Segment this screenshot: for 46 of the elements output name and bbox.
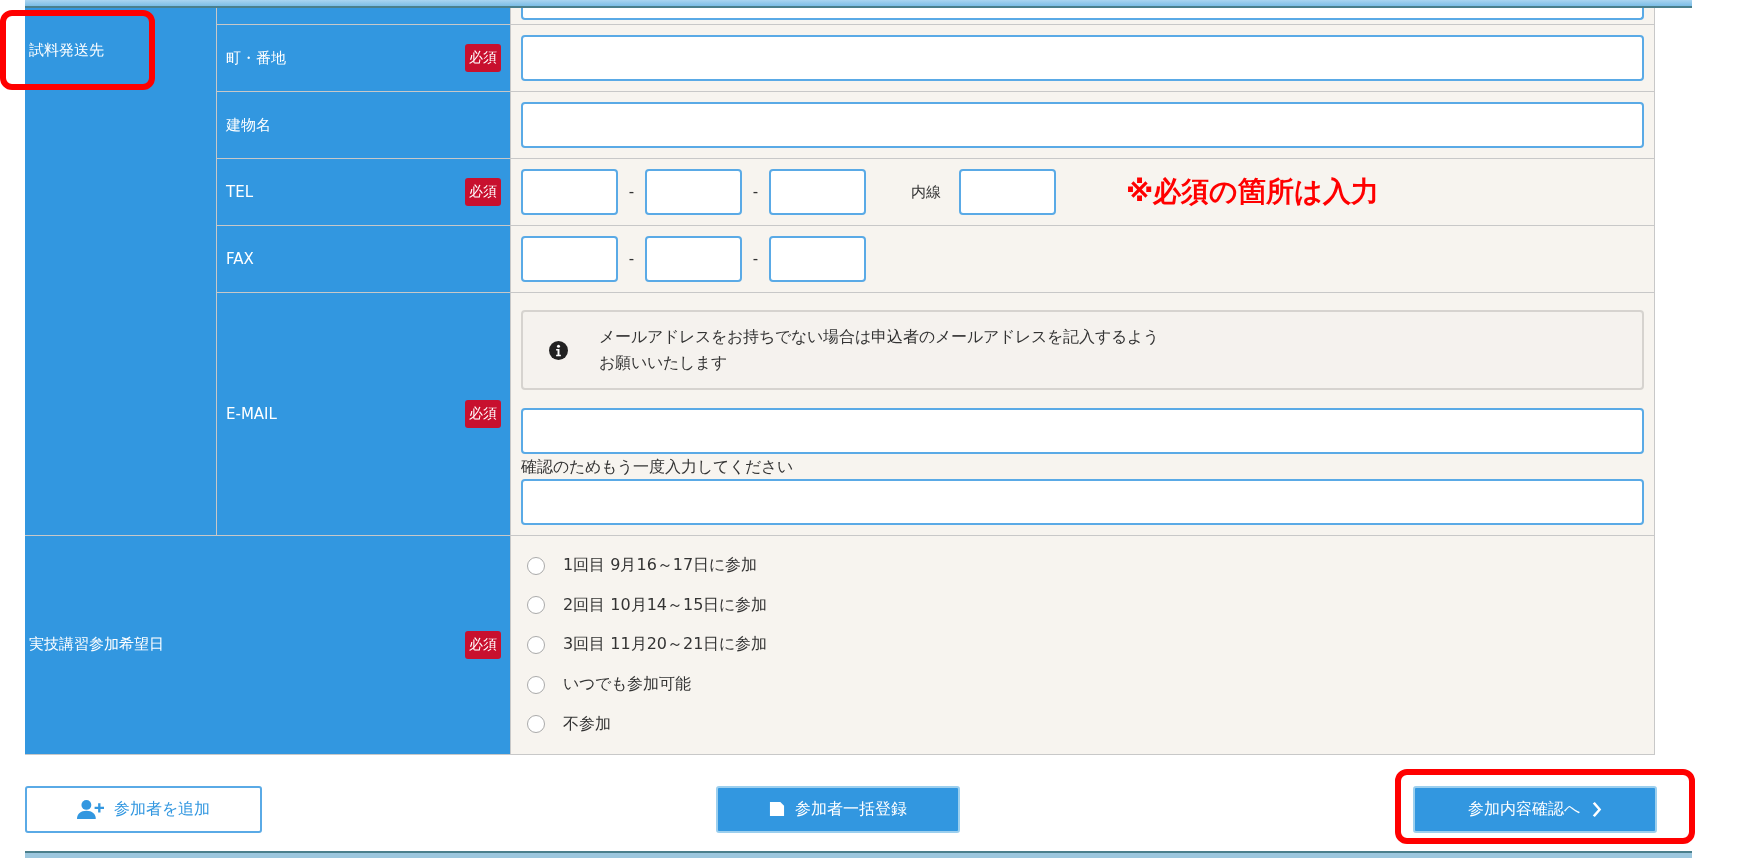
separator-text: - [751, 250, 760, 268]
option-label[interactable]: 1回目 9月16～17日に参加 [563, 555, 758, 577]
input-field[interactable] [521, 102, 1644, 148]
input-field[interactable] [521, 169, 618, 215]
input-field[interactable] [521, 35, 1644, 81]
field-label: 建物名 [226, 115, 271, 135]
required-badge: 必須 [465, 631, 501, 659]
separator-text: - [627, 250, 636, 268]
section-label: 試料発送先 [29, 41, 104, 59]
field-label: 町・番地 [226, 48, 286, 68]
field-label: FAX [226, 250, 254, 268]
radio-button[interactable] [527, 715, 545, 734]
radio-button[interactable] [527, 675, 545, 694]
radio-button[interactable] [527, 636, 545, 654]
field-label: E-MAIL [226, 405, 277, 423]
radio-button[interactable] [527, 556, 545, 575]
input-field[interactable] [645, 169, 742, 215]
option-label[interactable]: 2回目 10月14～15日に参加 [563, 594, 768, 616]
field-label: 確認のためもう一度入力してください [521, 456, 794, 478]
field-label: 実技講習参加希望日 [29, 635, 164, 655]
save-icon [768, 801, 785, 818]
required-badge: 必須 [465, 44, 501, 72]
add-person-icon [77, 799, 104, 820]
separator-text: - [627, 183, 636, 201]
input-field[interactable] [769, 169, 866, 215]
required-badge: 必須 [465, 400, 501, 428]
input-field[interactable] [521, 8, 1644, 20]
chevron-right-icon [1590, 801, 1602, 817]
field-label: 内線 [911, 182, 941, 202]
input-field[interactable] [769, 236, 866, 282]
input-field[interactable] [521, 236, 618, 282]
separator-text: - [751, 183, 760, 201]
input-field[interactable] [521, 479, 1644, 525]
input-field[interactable] [645, 236, 742, 282]
radio-button[interactable] [527, 596, 545, 615]
required-badge: 必須 [465, 178, 501, 206]
field-label: TEL [226, 183, 253, 201]
option-label[interactable]: いつでも参加可能 [563, 674, 691, 696]
option-label[interactable]: 3回目 11月20～21日に参加 [563, 634, 768, 656]
notice-text: お願いいたします [599, 352, 728, 374]
notice-text: メールアドレスをお持ちでない場合は申込者のメールアドレスを記入するよう [599, 326, 1159, 349]
input-field[interactable] [521, 408, 1644, 454]
note-text: ※必須の箇所は入力 [1126, 174, 1380, 210]
info-icon [549, 340, 568, 360]
input-field[interactable] [959, 169, 1056, 215]
option-label[interactable]: 不参加 [563, 713, 611, 735]
